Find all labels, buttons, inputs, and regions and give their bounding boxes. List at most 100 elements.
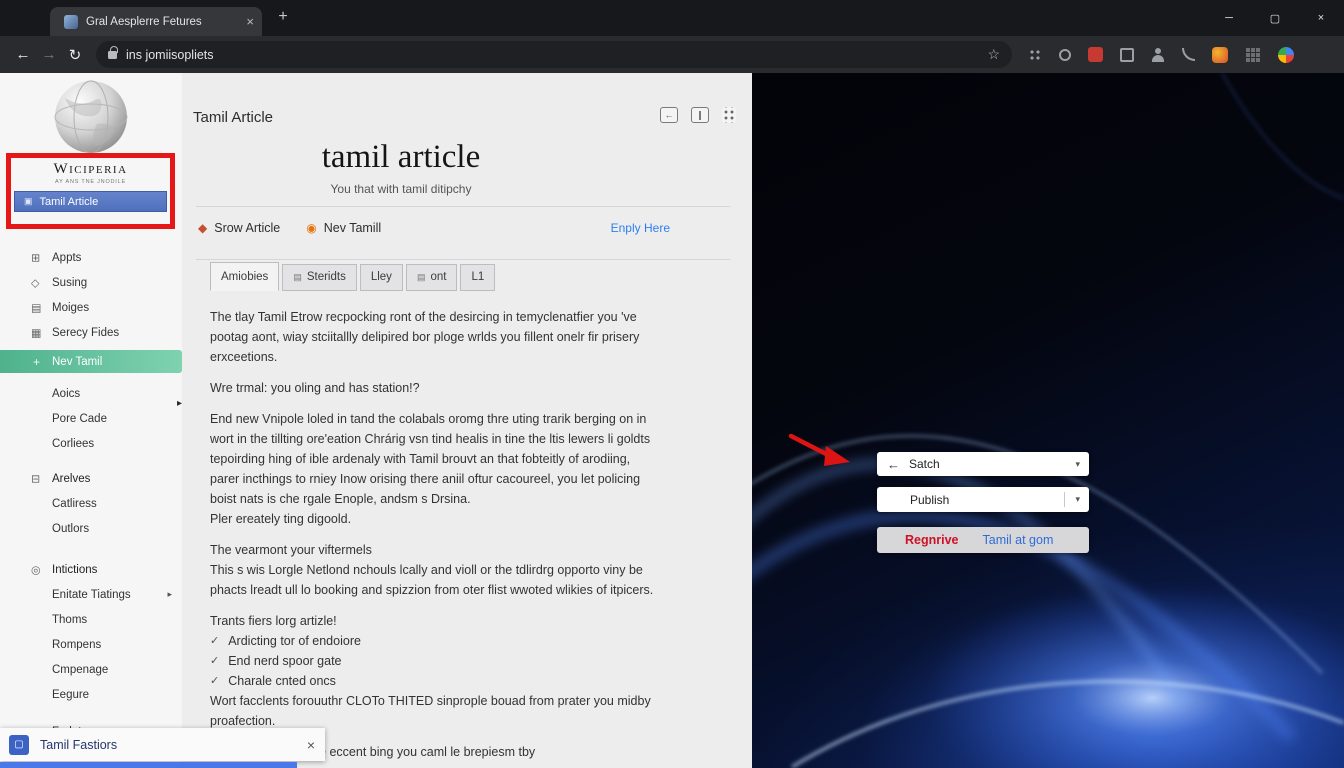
sidebar-item-aoics[interactable]: Aoics xyxy=(0,381,182,406)
chevron-down-icon[interactable]: ▾ xyxy=(1075,459,1080,470)
article-meta-row: ◆ Srow Article ◉ Nev Tamill Enply Here xyxy=(182,207,752,249)
forward-button[interactable]: → xyxy=(36,46,62,63)
sidebar-item-susing[interactable]: ◇ Susing xyxy=(0,270,182,295)
checklist-item: ✓ End nerd spoor gate xyxy=(210,651,657,671)
sidebar-item-thoms[interactable]: Thoms xyxy=(0,607,182,632)
sidebar-nav: ⊞ Appts ◇ Susing ▤ Moiges ▦ Serecy Fides… xyxy=(0,245,182,744)
sidebar: Wiciperia AY ANS TNE JNODILE ▣ Tamil Art… xyxy=(0,73,182,768)
article-tab-bar: Amiobies ▤ Steridts Lley ▤ ont L1 xyxy=(210,262,752,291)
back-arrow-icon[interactable]: ← xyxy=(887,457,900,472)
annotation-box: Wiciperia AY ANS TNE JNODILE ▣ Tamil Art… xyxy=(6,153,175,229)
new-tab-button[interactable]: + xyxy=(272,8,294,26)
extension-grid-icon[interactable] xyxy=(1245,46,1261,63)
browser-window: Gral Aesplerre Fetures × + ─ ▢ × ← → ↻ i… xyxy=(0,0,1344,768)
tab-lley[interactable]: Lley xyxy=(359,264,403,291)
bookmark-star-icon[interactable]: ☆ xyxy=(987,46,1000,63)
checklist-label: Ardicting tor of endoiore xyxy=(228,634,361,648)
sidebar-item-label: Outlors xyxy=(52,522,90,535)
tamil-at-gom-label: Tamil at gom xyxy=(982,533,1054,547)
sidebar-item-moiges[interactable]: ▤ Moiges xyxy=(0,295,182,320)
tab-icon: ▤ xyxy=(293,271,302,282)
record-icon[interactable] xyxy=(1059,48,1071,61)
sidebar-item-pore-cade[interactable]: Pore Cade xyxy=(0,406,182,431)
sidebar-section-label: Arelves xyxy=(52,472,91,485)
article-header-icons: ← xyxy=(660,107,736,123)
tab-ont[interactable]: ▤ ont xyxy=(405,264,458,291)
profile-icon[interactable] xyxy=(1151,47,1165,62)
check-icon: ✓ xyxy=(210,655,220,667)
extension-sunset-icon[interactable] xyxy=(1212,46,1228,63)
list-icon: ▦ xyxy=(31,327,42,339)
new-tamil-link[interactable]: ◉ Nev Tamill xyxy=(306,221,381,235)
reader-icon[interactable] xyxy=(691,107,709,123)
show-article-icon: ◆ xyxy=(198,221,208,235)
url-text[interactable]: ins jomiisopliets xyxy=(126,48,987,62)
toast-close-icon[interactable]: × xyxy=(307,737,315,753)
sidebar-item-label: Eegure xyxy=(52,688,90,701)
sidebar-item-label: Cmpenage xyxy=(52,663,109,676)
check-icon: ✓ xyxy=(210,675,220,687)
tab-favicon-icon xyxy=(64,14,78,29)
sidebar-item-enitate-tiatings[interactable]: Enitate Tiatings ▸ xyxy=(0,582,182,607)
sidebar-section-intictions[interactable]: ◎ Intictions xyxy=(0,557,182,582)
menu-dots-icon[interactable] xyxy=(722,107,736,123)
sidebar-item-label: Susing xyxy=(52,276,88,289)
maximize-button[interactable]: ▢ xyxy=(1252,0,1298,36)
sidebar-item-label: Rompens xyxy=(52,638,102,651)
notes-extension-icon[interactable] xyxy=(1120,47,1134,62)
reload-button[interactable]: ↻ xyxy=(62,46,88,64)
toast-label: Tamil Fastiors xyxy=(40,737,118,752)
paragraph: Pler ereately ting digoold. xyxy=(210,512,352,526)
notification-toast[interactable]: ▢ Tamil Fastiors × xyxy=(0,728,325,761)
card-icon: ▤ xyxy=(31,302,42,314)
sidebar-item-label: Corliees xyxy=(52,437,95,450)
tab-amiobies[interactable]: Amiobies xyxy=(210,262,280,291)
page-viewport: Wiciperia AY ANS TNE JNODILE ▣ Tamil Art… xyxy=(0,73,1344,768)
minimize-button[interactable]: ─ xyxy=(1206,0,1252,36)
chevron-down-icon[interactable]: ▾ xyxy=(1075,494,1080,505)
tamil-article-button[interactable]: ▣ Tamil Article xyxy=(14,191,167,212)
new-tamil-label: Nev Tamill xyxy=(323,221,382,235)
feed-icon[interactable] xyxy=(1182,48,1195,61)
sidebar-item-rompens[interactable]: Rompens xyxy=(0,632,182,657)
tab-steridts[interactable]: ▤ Steridts xyxy=(282,264,357,291)
desktop-wallpaper xyxy=(752,73,1344,768)
address-bar[interactable]: ins jomiisopliets ☆ xyxy=(96,41,1012,68)
expand-arrow-icon[interactable]: ▸ xyxy=(167,589,172,600)
extension-red-icon[interactable] xyxy=(1088,47,1103,62)
sidebar-section-label: Intictions xyxy=(52,563,98,576)
site-logo-title: Wiciperia xyxy=(53,161,128,177)
sidebar-item-corliees[interactable]: Corliees xyxy=(0,431,182,456)
divider xyxy=(1064,492,1066,507)
tab-l1[interactable]: L1 xyxy=(460,264,496,291)
regnrive-button[interactable]: Regnrive Tamil at gom xyxy=(877,527,1089,553)
close-button[interactable]: × xyxy=(1298,0,1344,36)
publish-dropdown-label: Publish xyxy=(910,492,950,507)
extension-color-wheel-icon[interactable] xyxy=(1278,46,1294,63)
show-article-link[interactable]: ◆ Srow Article xyxy=(198,221,280,235)
article-subtitle: You that with tamil ditipchy xyxy=(330,182,472,196)
sidebar-item-eegure[interactable]: Eegure xyxy=(0,682,182,707)
sidebar-item-outlors[interactable]: Outlors xyxy=(0,516,182,541)
back-button[interactable]: ← xyxy=(10,46,36,63)
publish-dropdown[interactable]: Publish ▾ xyxy=(877,487,1089,512)
back-panel-icon[interactable]: ← xyxy=(660,107,678,123)
check-icon: ✓ xyxy=(210,635,220,647)
sidebar-item-appts[interactable]: ⊞ Appts xyxy=(0,245,182,270)
plus-icon: + xyxy=(33,354,41,369)
search-dropdown[interactable]: ← Satch ▾ xyxy=(877,452,1089,476)
sidebar-item-catliress[interactable]: Catliress xyxy=(0,491,182,516)
tab-label: Steridts xyxy=(306,271,346,283)
diamond-icon: ◇ xyxy=(31,277,40,289)
sidebar-item-label: Thoms xyxy=(52,613,88,626)
sidebar-item-cmpenage[interactable]: Cmpenage xyxy=(0,657,182,682)
browser-tab[interactable]: Gral Aesplerre Fetures × xyxy=(50,7,262,36)
sidebar-section-arelves[interactable]: ⊟ Arelves xyxy=(0,466,182,491)
tab-close-icon[interactable]: × xyxy=(246,14,254,29)
tamil-article-button-label: Tamil Article xyxy=(39,195,99,208)
sidebar-item-serecy-fides[interactable]: ▦ Serecy Fides xyxy=(0,320,182,345)
apply-here-link[interactable]: Enply Here xyxy=(611,221,670,235)
tab-icon: ▤ xyxy=(416,271,426,282)
apps-grid-icon[interactable] xyxy=(1028,47,1042,62)
sidebar-item-new-tamil-active[interactable]: + Nev Tamil xyxy=(0,350,182,373)
